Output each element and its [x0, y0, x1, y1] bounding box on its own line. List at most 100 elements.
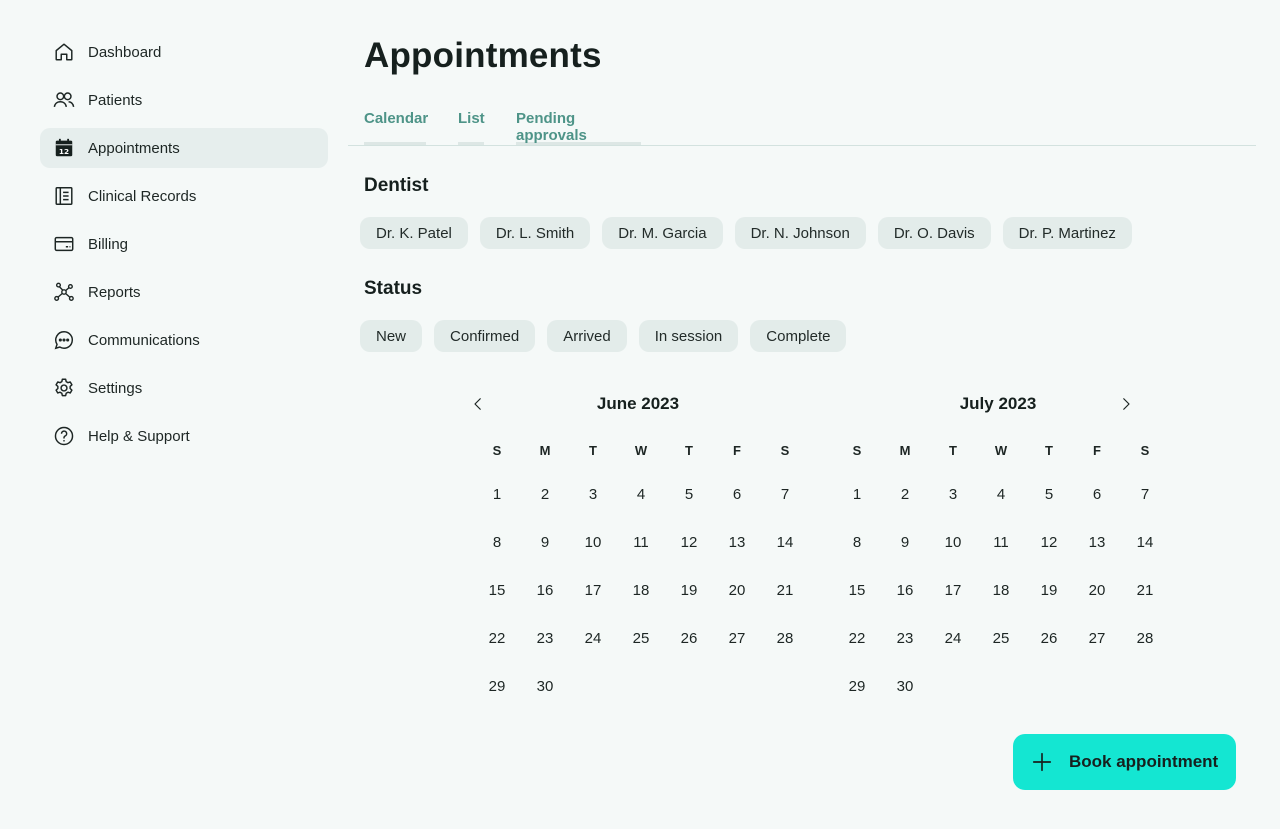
calendar-day[interactable]: 15 [473, 566, 521, 614]
calendar-day[interactable]: 23 [881, 614, 929, 662]
calendar-day[interactable]: 4 [617, 470, 665, 518]
weekday-label: T [1045, 442, 1053, 458]
sidebar-item-settings[interactable]: Settings [40, 368, 328, 408]
sidebar-item-help-support[interactable]: Help & Support [40, 416, 328, 456]
calendar-day[interactable]: 4 [977, 470, 1025, 518]
calendar-day[interactable]: 17 [569, 566, 617, 614]
dentist-chip[interactable]: Dr. N. Johnson [734, 217, 866, 249]
sidebar-item-patients[interactable]: Patients [40, 80, 328, 120]
calendar-day[interactable]: 25 [977, 614, 1025, 662]
calendar-day[interactable]: 22 [473, 614, 521, 662]
calendar-day[interactable]: 18 [977, 566, 1025, 614]
status-section-title: Status [364, 278, 423, 299]
calendar-day[interactable]: 8 [833, 518, 881, 566]
month-grid: S M T W T F S 1 2 3 4 5 6 7 8 9 10 11 12 13 14 15 16 17 18 19 20 21… [833, 430, 1169, 710]
calendar-day[interactable]: 6 [1073, 470, 1121, 518]
calendar-day[interactable]: 18 [617, 566, 665, 614]
calendar-day[interactable]: 20 [1073, 566, 1121, 614]
calendar-day[interactable]: 16 [881, 566, 929, 614]
calendar-day[interactable]: 11 [617, 518, 665, 566]
calendar-day[interactable]: 24 [929, 614, 977, 662]
sidebar-item-label: Billing [88, 235, 129, 253]
calendar-day[interactable]: 21 [1121, 566, 1169, 614]
calendar-day[interactable]: 19 [665, 566, 713, 614]
calendar-icon: 12 [52, 136, 76, 160]
sidebar-item-label: Reports [88, 283, 141, 301]
status-chip[interactable]: Arrived [547, 320, 627, 352]
calendar-day[interactable]: 14 [1121, 518, 1169, 566]
calendar-day[interactable]: 22 [833, 614, 881, 662]
sidebar-item-appointments[interactable]: 12 Appointments [40, 128, 328, 168]
calendar-day[interactable]: 17 [929, 566, 977, 614]
calendar-day[interactable]: 2 [881, 470, 929, 518]
calendar-day[interactable]: 9 [881, 518, 929, 566]
sidebar-item-reports[interactable]: Reports [40, 272, 328, 312]
calendar-day[interactable]: 27 [713, 614, 761, 662]
calendar-day[interactable]: 5 [1025, 470, 1073, 518]
calendar-day[interactable]: 3 [929, 470, 977, 518]
calendar-day[interactable]: 16 [521, 566, 569, 614]
calendar-day[interactable]: 15 [833, 566, 881, 614]
next-month-button[interactable] [1114, 392, 1138, 416]
help-icon [52, 424, 76, 448]
dentist-chip[interactable]: Dr. M. Garcia [602, 217, 723, 249]
sidebar-item-dashboard[interactable]: Dashboard [40, 32, 328, 72]
calendar-day[interactable]: 25 [617, 614, 665, 662]
calendar-day[interactable]: 3 [569, 470, 617, 518]
calendar-day[interactable]: 26 [1025, 614, 1073, 662]
dentist-chip[interactable]: Dr. O. Davis [877, 217, 991, 249]
calendar-day[interactable]: 30 [881, 662, 929, 710]
calendar-day[interactable]: 19 [1025, 566, 1073, 614]
calendar-day[interactable]: 12 [665, 518, 713, 566]
calendar-day[interactable]: 13 [713, 518, 761, 566]
tab-calendar[interactable]: Calendar [364, 108, 428, 145]
sidebar-item-label: Appointments [88, 139, 180, 157]
calendar-day[interactable]: 10 [929, 518, 977, 566]
dentist-chip[interactable]: Dr. L. Smith [479, 217, 591, 249]
calendar-day[interactable]: 29 [473, 662, 521, 710]
dentist-chip[interactable]: Dr. P. Martinez [1002, 217, 1132, 249]
calendar-day[interactable]: 10 [569, 518, 617, 566]
calendar-day[interactable]: 28 [1121, 614, 1169, 662]
calendar-day[interactable]: 13 [1073, 518, 1121, 566]
calendar-day[interactable]: 8 [473, 518, 521, 566]
calendar-day[interactable]: 26 [665, 614, 713, 662]
tab-list[interactable]: List [458, 108, 485, 145]
calendar-day[interactable]: 6 [713, 470, 761, 518]
calendar-day[interactable]: 23 [521, 614, 569, 662]
dentist-chip[interactable]: Dr. K. Patel [360, 217, 468, 249]
weekday-label: M [899, 442, 911, 458]
month-grid: S M T W T F S 1 2 3 4 5 6 7 8 9 10 11 12 13 14 15 16 17 18 19 20 21… [473, 430, 809, 710]
calendar-day[interactable]: 28 [761, 614, 809, 662]
calendar-day[interactable]: 14 [761, 518, 809, 566]
calendar-day[interactable]: 12 [1025, 518, 1073, 566]
tab-pending-approvals[interactable]: Pending approvals [516, 108, 641, 145]
calendar-day[interactable]: 24 [569, 614, 617, 662]
book-appointment-label: Book appointment [1069, 752, 1219, 771]
calendar-day[interactable]: 9 [521, 518, 569, 566]
card-icon [52, 232, 76, 256]
calendar-day[interactable]: 7 [761, 470, 809, 518]
calendar-day[interactable]: 1 [473, 470, 521, 518]
calendar-day[interactable]: 27 [1073, 614, 1121, 662]
calendar-day[interactable]: 20 [713, 566, 761, 614]
book-appointment-button[interactable]: Book appointment [1013, 734, 1236, 790]
calendar-day[interactable]: 11 [977, 518, 1025, 566]
calendar-day[interactable]: 30 [521, 662, 569, 710]
calendar-day[interactable]: 2 [521, 470, 569, 518]
status-chip[interactable]: In session [638, 320, 739, 352]
sidebar-item-billing[interactable]: Billing [40, 224, 328, 264]
status-chip[interactable]: Complete [750, 320, 847, 352]
calendar-day[interactable]: 1 [833, 470, 881, 518]
calendar-day[interactable]: 7 [1121, 470, 1169, 518]
status-chip[interactable]: Confirmed [434, 320, 536, 352]
sidebar-item-clinical-records[interactable]: Clinical Records [40, 176, 328, 216]
status-chip[interactable]: New [360, 320, 423, 352]
calendar-day[interactable]: 29 [833, 662, 881, 710]
calendar-day[interactable]: 21 [761, 566, 809, 614]
calendar-day[interactable]: 5 [665, 470, 713, 518]
sidebar-item-communications[interactable]: Communications [40, 320, 328, 360]
weekday-label: W [994, 442, 1008, 458]
weekday-label: M [539, 442, 551, 458]
sidebar-item-label: Communications [88, 331, 200, 349]
